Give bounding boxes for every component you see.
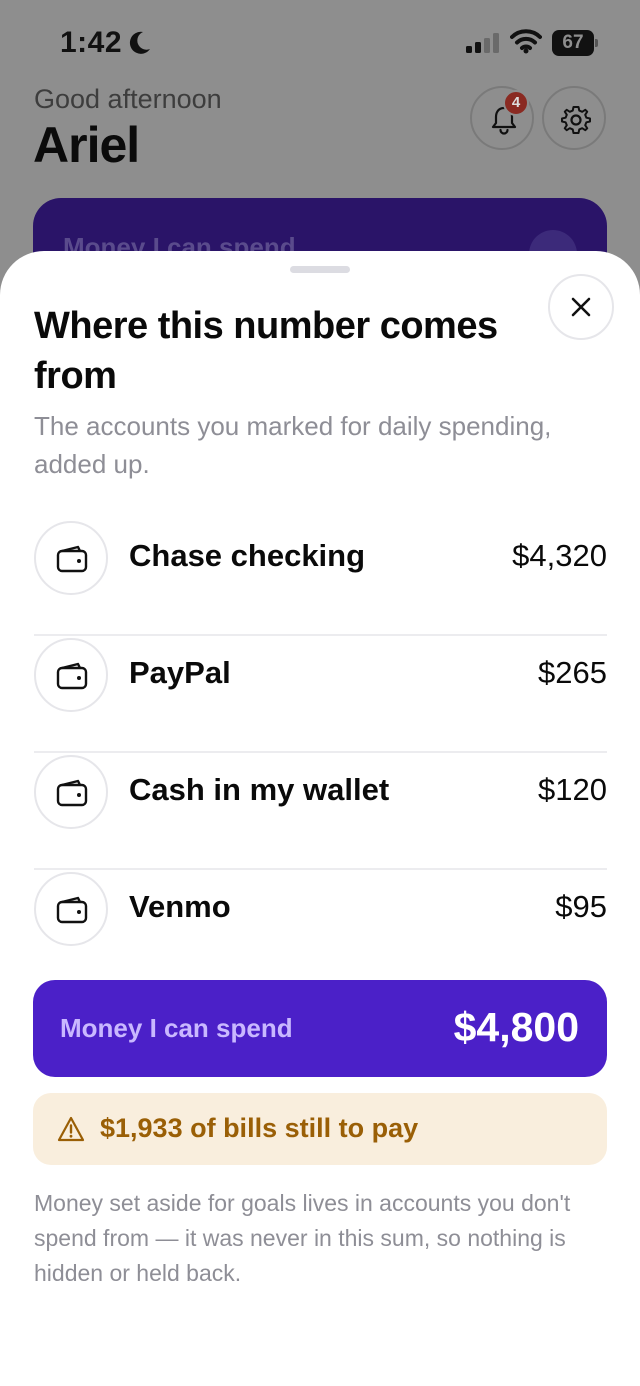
account-row[interactable]: PayPal $265: [34, 636, 607, 753]
account-row[interactable]: Venmo $95: [34, 870, 607, 987]
account-list: Chase checking $4,320 PayPal $265 Cash i…: [34, 519, 607, 987]
wallet-icon: [56, 896, 88, 924]
settings-button[interactable]: [542, 86, 606, 150]
total-card: Money I can spend $4,800: [33, 980, 607, 1077]
gear-icon: [561, 106, 591, 134]
signal-icon: [466, 33, 499, 53]
wallet-icon: [56, 662, 88, 690]
account-amount: $4,320: [512, 538, 607, 573]
battery-level: 67: [562, 32, 584, 53]
moon-icon: [129, 31, 150, 54]
warning-icon: [57, 1116, 85, 1142]
account-name: Venmo: [129, 889, 231, 924]
account-amount: $95: [555, 889, 607, 924]
close-icon: [571, 297, 591, 317]
sheet-title: Where this number comes from: [34, 305, 498, 397]
wifi-icon: [510, 29, 542, 54]
wallet-icon-container: [34, 872, 108, 946]
breakdown-sheet: Where this number comes from The account…: [0, 251, 640, 1386]
bills-text: $1,933 of bills still to pay: [100, 1113, 419, 1143]
wallet-icon: [56, 779, 88, 807]
sheet-grabber[interactable]: [290, 266, 350, 273]
status-time: 1:42: [60, 26, 123, 59]
account-name: Chase checking: [129, 538, 366, 573]
footnote: Money set aside for goals lives in accou…: [34, 1190, 571, 1286]
account-amount: $265: [538, 655, 607, 690]
account-name: PayPal: [129, 655, 231, 690]
total-amount: $4,800: [453, 1004, 579, 1050]
greeting: Good afternoon: [34, 84, 222, 114]
user-name: Ariel: [33, 117, 140, 173]
account-amount: $120: [538, 772, 607, 807]
notification-badge: 4: [503, 90, 529, 116]
status-bar: 1:42 67: [0, 0, 640, 88]
account-row[interactable]: Cash in my wallet $120: [34, 753, 607, 870]
wallet-icon: [56, 545, 88, 573]
wallet-icon-container: [34, 755, 108, 829]
sheet-subtitle: The accounts you marked for daily spendi…: [34, 411, 552, 479]
bills-warning-banner[interactable]: $1,933 of bills still to pay: [33, 1093, 607, 1165]
account-row[interactable]: Chase checking $4,320: [34, 519, 607, 636]
account-name: Cash in my wallet: [129, 772, 390, 807]
battery-indicator: 67: [552, 30, 598, 56]
close-button[interactable]: [548, 274, 614, 340]
wallet-icon-container: [34, 521, 108, 595]
wallet-icon-container: [34, 638, 108, 712]
total-label: Money I can spend: [60, 1013, 293, 1043]
